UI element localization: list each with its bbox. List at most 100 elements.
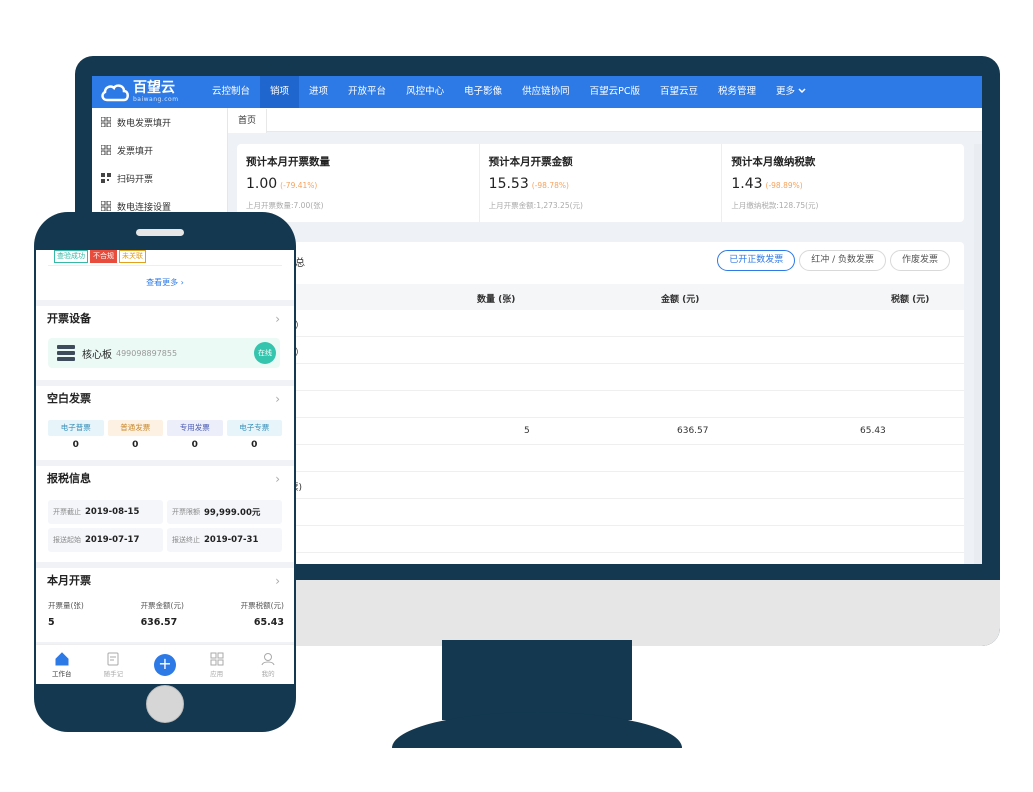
stat-last-month: 上月缴纳税款:128.75(元): [731, 201, 819, 210]
tax-info-label: 开票限额: [172, 508, 200, 516]
table-row: 子普通发票5636.5765.43: [237, 418, 964, 445]
col-amount: 金额 (元): [661, 295, 700, 305]
tab-void-invoices[interactable]: 作废发票: [889, 250, 950, 271]
table-row: （普通发票）: [237, 337, 964, 364]
nav-open-platform[interactable]: 开放平台: [338, 76, 396, 108]
chevron-right-icon: ›: [275, 472, 280, 486]
mockup-stage: 百望云 baiwang.com 云控制台 销项 进项 开放平台 风控中心 电子影…: [0, 0, 1033, 792]
device-name: 核心板: [82, 349, 112, 361]
tab-home[interactable]: 首页: [228, 109, 268, 133]
online-status-badge: 在线: [254, 342, 276, 364]
tabbar-apps[interactable]: 应用: [191, 645, 243, 684]
nav-cloud-console[interactable]: 云控制台: [202, 76, 260, 108]
section-header[interactable]: 报税信息 ›: [36, 466, 294, 492]
blank-invoice-item[interactable]: 电子专票 0: [226, 420, 282, 450]
home-icon: [55, 651, 69, 665]
cell-tax: 65.43: [860, 426, 886, 436]
device-row[interactable]: 核心板 499098897855 在线: [48, 338, 280, 368]
qr-icon: [101, 173, 111, 183]
top-navbar: 百望云 baiwang.com 云控制台 销项 进项 开放平台 风控中心 电子影…: [92, 76, 982, 108]
grid-icon: [101, 201, 111, 211]
plus-icon: +: [153, 653, 176, 676]
vertical-scrollbar[interactable]: [974, 144, 982, 564]
section-header[interactable]: 本月开票 ›: [36, 568, 294, 594]
blank-invoice-label: 专用发票: [167, 420, 223, 436]
stat-last-month: 上月开票金额:1,273.25(元): [488, 201, 583, 210]
nav-risk-center[interactable]: 风控中心: [396, 76, 454, 108]
user-icon: [261, 652, 275, 665]
nav-purchase[interactable]: 进项: [299, 76, 338, 108]
stat-change: (-98.78%): [531, 181, 569, 190]
stat-change: (-98.89%): [765, 181, 803, 190]
table-row: 售统一发票: [237, 526, 964, 553]
divider: [48, 265, 282, 266]
chevron-right-icon: ›: [275, 392, 280, 406]
blank-invoice-count: 0: [72, 440, 79, 450]
phone-home-button[interactable]: [146, 685, 184, 723]
chevron-right-icon: ›: [275, 574, 280, 588]
nav-tax-management[interactable]: 税务管理: [708, 76, 766, 108]
tab-positive-invoices[interactable]: 已开正数发票: [717, 250, 796, 271]
sidebar-item-scan-issue[interactable]: 扫码开票: [92, 164, 227, 192]
tax-info-item: 报送起始 2019-07-17: [48, 528, 163, 552]
section-title: 本月开票: [47, 574, 91, 587]
grid-icon: [101, 117, 111, 127]
phone-speaker: [136, 229, 184, 236]
stat-value: 15.53: [488, 176, 529, 192]
section-header[interactable]: 空白发票 ›: [36, 386, 294, 412]
sidebar-item-label: 数电连接设置: [117, 202, 172, 213]
month-stat-label: 开票量(张): [48, 601, 84, 610]
tabbar-notes[interactable]: 随手记: [88, 645, 140, 684]
blank-invoice-count: 0: [132, 440, 139, 450]
summary-card: 预计本月开票数量 1.00 (-79.41%) 上月开票数量:7.00(张) 预…: [237, 144, 964, 222]
month-stat: 开票税额(元) 65.43: [241, 600, 284, 628]
phone-frame: 查验成功 不合规 未关联 查看更多 › 开票设备 › 核心板 499098897…: [34, 212, 296, 732]
nav-supply-chain[interactable]: 供应链协同: [512, 76, 580, 108]
sidebar-item-invoice-issue[interactable]: 发票填开: [92, 136, 227, 164]
status-badge: 不合规: [90, 250, 117, 263]
tax-info-value: 2019-07-31: [204, 535, 259, 545]
blank-invoice-item[interactable]: 专用发票 0: [167, 420, 223, 450]
table-row: （专用发票）: [237, 310, 964, 337]
tabbar-label: 工作台: [52, 669, 72, 678]
chevron-right-icon: ›: [275, 312, 280, 326]
stat-invoice-amount: 预计本月开票金额 15.53 (-98.78%) 上月开票金额:1,273.25…: [480, 144, 723, 222]
nav-e-image[interactable]: 电子影像: [454, 76, 512, 108]
nav-more[interactable]: 更多: [766, 76, 816, 108]
nav-more-label: 更多: [776, 86, 796, 97]
sidebar-item-digital-invoice-issue[interactable]: 数电发票填开: [92, 108, 227, 136]
blank-invoice-count: 0: [251, 440, 258, 450]
nav-pc-version[interactable]: 百望云PC版: [580, 76, 650, 108]
tax-info-label: 报送终止: [172, 536, 200, 544]
tabbar-label: 我的: [261, 669, 275, 678]
tabbar-mine[interactable]: 我的: [242, 645, 294, 684]
stat-title: 预计本月缴纳税款: [731, 156, 816, 168]
view-more-link[interactable]: 查看更多 ›: [36, 277, 294, 288]
table-row: 用发票: [237, 364, 964, 391]
tax-info-item: 开票截止 2019-08-15: [48, 500, 163, 524]
section-title: 开票设备: [47, 312, 91, 325]
tabbar-add[interactable]: +: [139, 645, 191, 684]
section-header[interactable]: 开票设备 ›: [36, 306, 294, 332]
tabbar-workbench[interactable]: 工作台: [36, 645, 88, 684]
monitor-stand-neck: [442, 640, 632, 720]
blank-invoice-item[interactable]: 电子普票 0: [48, 420, 104, 450]
stat-value: 1.43: [731, 176, 763, 192]
blank-invoice-section: 空白发票 › 电子普票 0 普通发票 0 专用发票 0 电子专票 0: [36, 386, 294, 460]
phone-tabbar: 工作台 随手记 + 应用 我的: [36, 644, 294, 684]
brand-logo[interactable]: 百望云 baiwang.com: [92, 81, 202, 103]
tab-red-negative-invoices[interactable]: 红冲 / 负数发票: [799, 250, 886, 271]
nav-sales[interactable]: 销项: [260, 76, 300, 108]
nav-cloud-bean[interactable]: 百望云豆: [650, 76, 708, 108]
month-stat-label: 开票税额(元): [240, 601, 284, 610]
blank-invoice-grid: 电子普票 0 普通发票 0 专用发票 0 电子专票 0: [48, 420, 282, 450]
col-tax: 税额 (元): [891, 295, 930, 305]
month-invoice-section: 本月开票 › 开票量(张) 5 开票金额(元) 636.57 开票税额(元) 65.43: [36, 568, 294, 642]
blank-invoice-item[interactable]: 普通发票 0: [107, 420, 163, 450]
tax-info-grid: 开票截止 2019-08-15 开票限额 99,999.00元 报送起始 2019-07-…: [48, 500, 282, 552]
stat-title: 预计本月开票金额: [488, 156, 573, 168]
month-stat-label: 开票金额(元): [140, 601, 184, 610]
table-row: 通发票: [237, 391, 964, 418]
month-stat-value: 5: [48, 617, 55, 628]
invoice-type-tabs: 已开正数发票 红冲 / 负数发票 作废发票: [717, 250, 950, 271]
